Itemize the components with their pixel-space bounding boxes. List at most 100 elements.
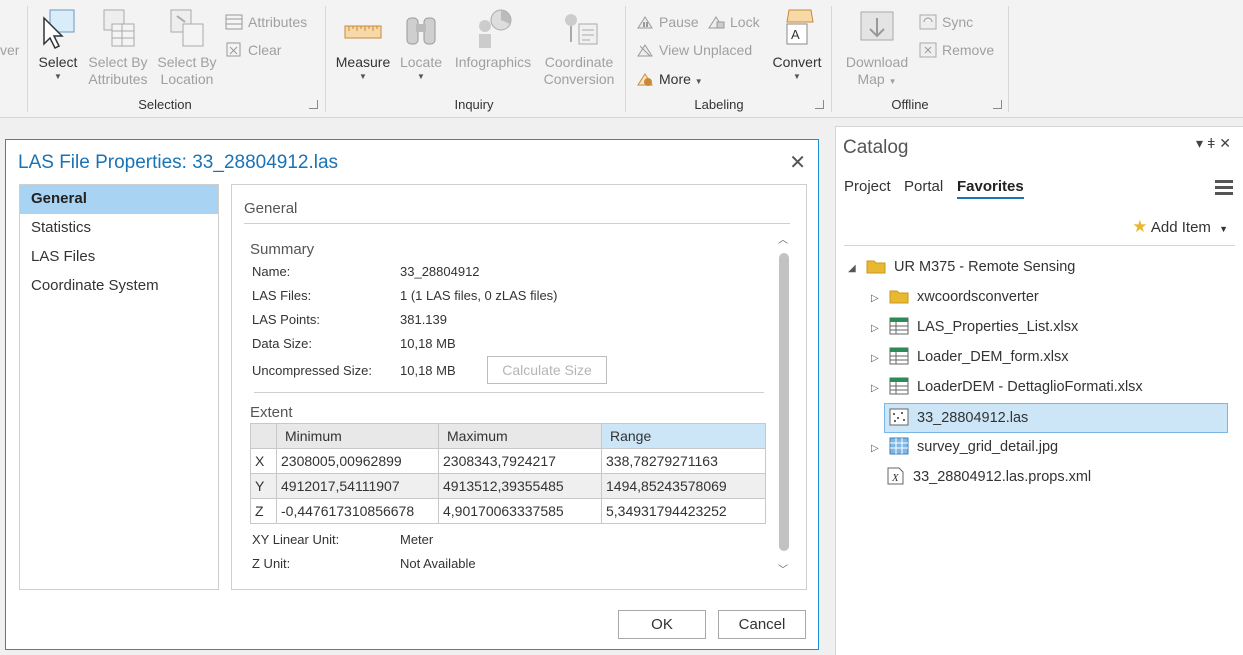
tab-project[interactable]: Project (844, 178, 891, 195)
nav-item-general[interactable]: General (20, 185, 218, 214)
vertical-scrollbar[interactable]: ︿ ﹀ (776, 229, 792, 577)
select-by-attributes-label-line1: Select By (88, 54, 148, 70)
pause-labeling-button[interactable]: Pause (636, 13, 699, 31)
chevron-down-icon: ▼ (359, 72, 367, 81)
scroll-down-icon[interactable]: ﹀ (778, 561, 788, 576)
tree-item-label: 33_28804912.las.props.xml (913, 469, 1092, 485)
remove-label: Remove (942, 42, 995, 58)
tree-root-folder[interactable]: ◢ UR M375 - Remote Sensing (848, 253, 1075, 283)
ok-button[interactable]: OK (618, 610, 706, 639)
more-labeling-button[interactable]: More ▼ (636, 70, 703, 91)
ribbon-separator (625, 6, 626, 112)
select-label: Select (38, 54, 78, 70)
select-button[interactable]: Select ▼ (33, 8, 83, 83)
table-cell: Z (250, 498, 277, 524)
close-icon[interactable]: ✕ (789, 150, 806, 175)
ribbon-separator (325, 6, 326, 112)
select-by-location-button[interactable]: Select By Location (153, 8, 221, 88)
chevron-down-icon: ▼ (793, 72, 801, 81)
tab-favorites[interactable]: Favorites (957, 178, 1024, 199)
scroll-up-icon[interactable]: ︿ (778, 231, 788, 246)
table-header-range[interactable]: Range (601, 423, 766, 449)
uncompressed-size-label: Uncompressed Size: (252, 363, 372, 378)
coordinate-conversion-label-line2: Conversion (543, 71, 615, 87)
name-label: Name: (252, 264, 291, 279)
cancel-button[interactable]: Cancel (718, 610, 806, 639)
table-header-row: Minimum Maximum Range (250, 423, 766, 449)
expand-triangle-icon[interactable]: ▷ (871, 315, 885, 343)
close-pane-icon[interactable]: ✕ (1219, 135, 1235, 151)
pane-options-chevron-icon[interactable]: ▾ (1196, 135, 1207, 151)
table-header-maximum[interactable]: Maximum (438, 423, 602, 449)
las-file-icon (889, 408, 909, 426)
dialog-title: LAS File Properties: 33_28804912.las (18, 152, 339, 173)
tree-item-loader-dem-form[interactable]: ▷ Loader_DEM_form.xlsx (871, 343, 1069, 373)
nav-item-las-files[interactable]: LAS Files (20, 243, 218, 272)
clear-selection-button[interactable]: Clear (225, 41, 281, 59)
xy-linear-unit-label: XY Linear Unit: (252, 532, 340, 547)
table-row: X 2308005,00962899 2308343,7924217 338,7… (250, 448, 766, 474)
tree-item-label: LoaderDEM - DettaglioFormati.xlsx (917, 379, 1143, 395)
menu-icon[interactable] (1215, 180, 1233, 195)
tree-item-las-properties-list[interactable]: ▷ LAS_Properties_List.xlsx (871, 313, 1078, 343)
attributes-button[interactable]: Attributes (225, 13, 307, 31)
tree-item-xwcoordsconverter[interactable]: ▷ xwcoordsconverter (871, 283, 1039, 313)
chevron-down-icon: ▼ (1219, 224, 1228, 234)
extent-table: Minimum Maximum Range X 2308005,00962899… (250, 423, 766, 524)
table-cell: X (250, 448, 277, 474)
table-cell: Y (250, 473, 277, 499)
offline-group-label: Offline (891, 97, 929, 112)
selection-group-launcher-icon[interactable] (309, 100, 318, 109)
table-header-minimum[interactable]: Minimum (276, 423, 439, 449)
expand-triangle-icon[interactable]: ▷ (871, 345, 885, 373)
add-item-button[interactable]: ★ Add Item ▼ (1132, 217, 1228, 237)
extent-heading: Extent (250, 404, 293, 421)
select-by-attributes-button[interactable]: Select By Attributes (82, 8, 154, 88)
convert-button[interactable]: A Convert ▼ (768, 8, 826, 83)
download-map-label-line1: Download (845, 54, 909, 70)
image-file-icon (889, 437, 909, 455)
sync-button[interactable]: Sync (919, 13, 973, 31)
infographics-button[interactable]: Infographics (450, 8, 536, 71)
table-cell: 4912017,54111907 (276, 473, 439, 499)
pin-icon[interactable]: ǂ (1207, 135, 1219, 151)
clear-selection-icon (225, 42, 243, 58)
calculate-size-button[interactable]: Calculate Size (487, 356, 607, 384)
locate-label: Locate (399, 54, 443, 70)
nav-item-coordinate-system[interactable]: Coordinate System (20, 272, 218, 301)
collapse-triangle-icon[interactable]: ◢ (848, 255, 862, 283)
ribbon-separator (27, 6, 28, 112)
binoculars-icon (401, 8, 441, 50)
remove-icon (919, 42, 937, 58)
chevron-down-icon: ▼ (417, 72, 425, 81)
remove-offline-button[interactable]: Remove (919, 41, 994, 59)
lock-labeling-button[interactable]: Lock (707, 13, 760, 31)
select-by-location-label-line2: Location (160, 71, 214, 87)
coordinate-conversion-button[interactable]: Coordinate Conversion (540, 8, 618, 88)
tree-item-survey-grid-detail[interactable]: ▷ survey_grid_detail.jpg (871, 433, 1058, 463)
tab-portal[interactable]: Portal (904, 178, 943, 195)
nav-item-statistics[interactable]: Statistics (20, 214, 218, 243)
labeling-group-launcher-icon[interactable] (815, 100, 824, 109)
summary-heading: Summary (250, 241, 315, 258)
table-cell: 2308343,7924217 (438, 448, 602, 474)
las-files-label: LAS Files: (252, 288, 312, 303)
expand-triangle-icon[interactable]: ▷ (871, 375, 885, 403)
tree-item-label: 33_28804912.las (917, 410, 1029, 426)
tree-item-las-file-selected[interactable]: 33_28804912.las (884, 403, 1228, 433)
chevron-down-icon: ▼ (694, 77, 703, 86)
measure-button[interactable]: Measure ▼ (333, 8, 393, 83)
select-by-attributes-icon (98, 8, 138, 50)
table-header-corner (250, 423, 277, 449)
tree-item-props-xml[interactable]: X 33_28804912.las.props.xml (885, 463, 1091, 493)
offline-group-launcher-icon[interactable] (993, 100, 1002, 109)
select-by-location-icon (167, 8, 207, 50)
view-unplaced-button[interactable]: View Unplaced (636, 41, 752, 59)
expand-triangle-icon[interactable]: ▷ (871, 435, 885, 463)
tree-item-loaderdem-dettaglioformati[interactable]: ▷ LoaderDEM - DettaglioFormati.xlsx (871, 373, 1143, 403)
locate-button[interactable]: Locate ▼ (396, 8, 446, 83)
download-map-button[interactable]: Download Map ▼ (840, 8, 914, 90)
scrollbar-thumb[interactable] (779, 253, 789, 551)
expand-triangle-icon[interactable]: ▷ (871, 285, 885, 313)
ribbon-separator (831, 6, 832, 112)
